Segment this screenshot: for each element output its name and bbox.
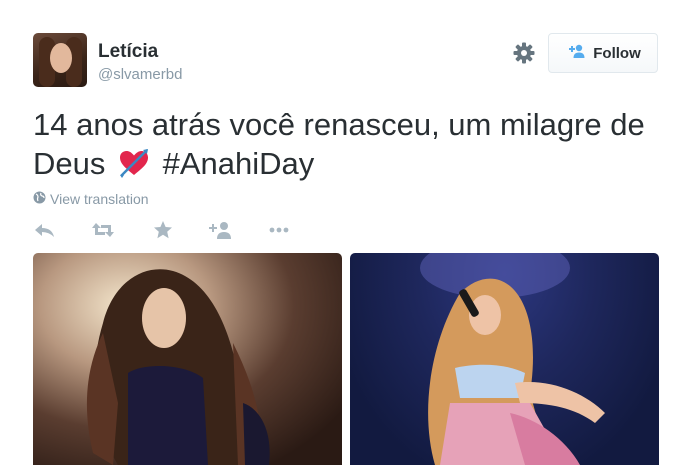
gear-icon[interactable] — [512, 41, 536, 65]
tweet-text: 14 anos atrás você renasceu, um milagre … — [33, 105, 663, 183]
photo-2-art — [420, 253, 605, 465]
heart-with-arrow-emoji-icon — [118, 148, 150, 178]
follow-button[interactable]: Follow — [548, 33, 658, 73]
photo-1-art — [86, 269, 270, 465]
tweet-photo-1[interactable] — [33, 253, 342, 465]
view-translation-label: View translation — [50, 191, 149, 207]
hashtag-link[interactable]: #AnahiDay — [163, 146, 315, 181]
user-avatar[interactable] — [33, 33, 87, 87]
more-icon[interactable] — [267, 219, 291, 241]
retweet-icon[interactable] — [91, 219, 115, 241]
reply-icon[interactable] — [33, 219, 57, 241]
follow-user-icon — [565, 43, 585, 63]
tweet-photo-2[interactable] — [350, 253, 659, 465]
follow-button-label: Follow — [593, 44, 641, 62]
favorite-icon[interactable] — [151, 219, 175, 241]
user-fullname[interactable]: Letícia — [98, 41, 158, 63]
view-translation-link[interactable]: View translation — [33, 191, 149, 207]
follow-icon[interactable] — [208, 219, 232, 241]
avatar-face — [50, 43, 72, 73]
globe-icon — [33, 191, 46, 207]
user-handle[interactable]: @slvamerbd — [98, 66, 182, 83]
